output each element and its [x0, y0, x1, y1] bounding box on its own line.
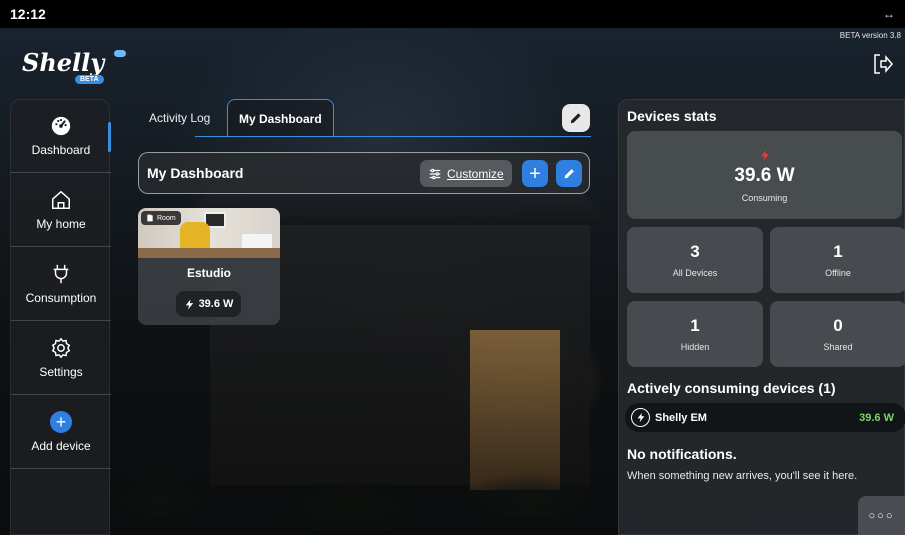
stat-hidden[interactable]: 1 Hidden [627, 301, 763, 367]
room-name: Estudio [187, 266, 231, 280]
stat-offline-value: 1 [833, 242, 843, 261]
stats-title: Devices stats [627, 108, 717, 124]
edit-dashboard-button[interactable] [556, 160, 582, 187]
sidebar-item-label: Consumption [25, 291, 97, 305]
gear-icon [51, 337, 71, 359]
logo-wordmark: Shelly [22, 48, 105, 77]
active-device-value: 39.6 W [859, 411, 894, 424]
add-widget-button[interactable]: + [522, 160, 548, 187]
sidebar-item-consumption[interactable]: Consumption [11, 248, 111, 321]
stat-shared-value: 0 [833, 316, 843, 335]
sidebar-item-dashboard[interactable]: Dashboard [11, 100, 111, 173]
active-device-row[interactable]: Shelly EM 39.6 W [625, 403, 905, 432]
status-bar: 12:12 ↔ [0, 0, 905, 28]
stat-offline[interactable]: 1 Offline [770, 227, 905, 293]
active-devices-title: Actively consuming devices (1) [627, 380, 836, 396]
notifications-title: No notifications. [627, 446, 737, 462]
sidebar-item-label: Settings [39, 365, 83, 379]
customize-label: Customize [447, 166, 504, 181]
more-options-button[interactable]: ○○○ [858, 496, 905, 535]
pencil-icon [564, 169, 574, 179]
room-tag: Room [141, 211, 181, 225]
stat-consuming-label: Consuming [741, 192, 788, 203]
stat-all-devices-value: 3 [690, 242, 700, 261]
sliders-icon [429, 168, 441, 179]
customize-button[interactable]: Customize [420, 160, 512, 187]
room-tag-label: Room [157, 214, 176, 222]
active-device-name: Shelly EM [655, 411, 707, 424]
tab-activity-log[interactable]: Activity Log [138, 99, 221, 137]
notifications-text: When something new arrives, you'll see i… [627, 470, 858, 482]
logo-cloud-icon [114, 50, 126, 57]
tab-underline [195, 136, 591, 137]
room-photo-shelf [242, 234, 272, 248]
dashboard-tabs: Activity Log My Dashboard [138, 99, 588, 137]
devices-stats-panel: Devices stats 39.6 W Consuming 3 All Dev… [618, 99, 905, 535]
shelly-logo: Shelly BETA [22, 48, 132, 88]
stat-consuming-value: 39.6 W [734, 164, 795, 186]
logout-icon[interactable] [871, 52, 895, 76]
stat-shared-label: Shared [823, 342, 853, 352]
plug-icon [53, 264, 69, 284]
background-sign [350, 270, 410, 300]
edit-tabs-button[interactable] [562, 104, 590, 132]
home-icon [52, 190, 70, 209]
door-icon [147, 214, 153, 222]
sidebar-item-add-device[interactable]: + Add device [11, 396, 111, 469]
stat-offline-label: Offline [825, 268, 851, 278]
sidebar-item-label: My home [36, 217, 86, 231]
room-power-pill: 39.6 W [176, 291, 241, 317]
plus-circle-icon: + [50, 411, 72, 433]
dashboard-header: My Dashboard Customize + [138, 152, 590, 194]
stat-hidden-label: Hidden [680, 342, 710, 352]
stat-all-devices[interactable]: 3 All Devices [627, 227, 763, 293]
sidebar-nav: Dashboard My home Consumption Settings +… [10, 99, 111, 535]
stat-consuming[interactable]: 39.6 W Consuming [627, 131, 902, 219]
resize-arrows-icon: ↔ [883, 7, 895, 21]
room-power-value: 39.6 W [198, 298, 234, 310]
bolt-icon [185, 298, 193, 310]
room-photo-floor [138, 248, 280, 258]
room-card-estudio[interactable]: Room Estudio 39.6 W [138, 208, 280, 325]
clock: 12:12 [10, 6, 46, 22]
pencil-icon [570, 113, 581, 124]
stat-hidden-value: 1 [690, 316, 700, 335]
version-label: BETA version 3.8 [839, 31, 901, 40]
dashboard-gauge-icon [51, 116, 71, 136]
tab-my-dashboard[interactable]: My Dashboard [227, 99, 334, 137]
sidebar-item-label: Add device [31, 439, 91, 453]
sidebar-item-settings[interactable]: Settings [11, 322, 111, 395]
bolt-icon [760, 149, 769, 161]
stat-shared[interactable]: 0 Shared [770, 301, 905, 367]
sidebar-item-label: Dashboard [31, 143, 91, 157]
sidebar-item-my-home[interactable]: My home [11, 174, 111, 247]
logo-beta-badge: BETA [75, 75, 104, 84]
stat-all-devices-label: All Devices [672, 268, 718, 278]
dashboard-title: My Dashboard [147, 165, 244, 181]
background-trees [100, 440, 620, 535]
device-bolt-icon [631, 408, 650, 427]
